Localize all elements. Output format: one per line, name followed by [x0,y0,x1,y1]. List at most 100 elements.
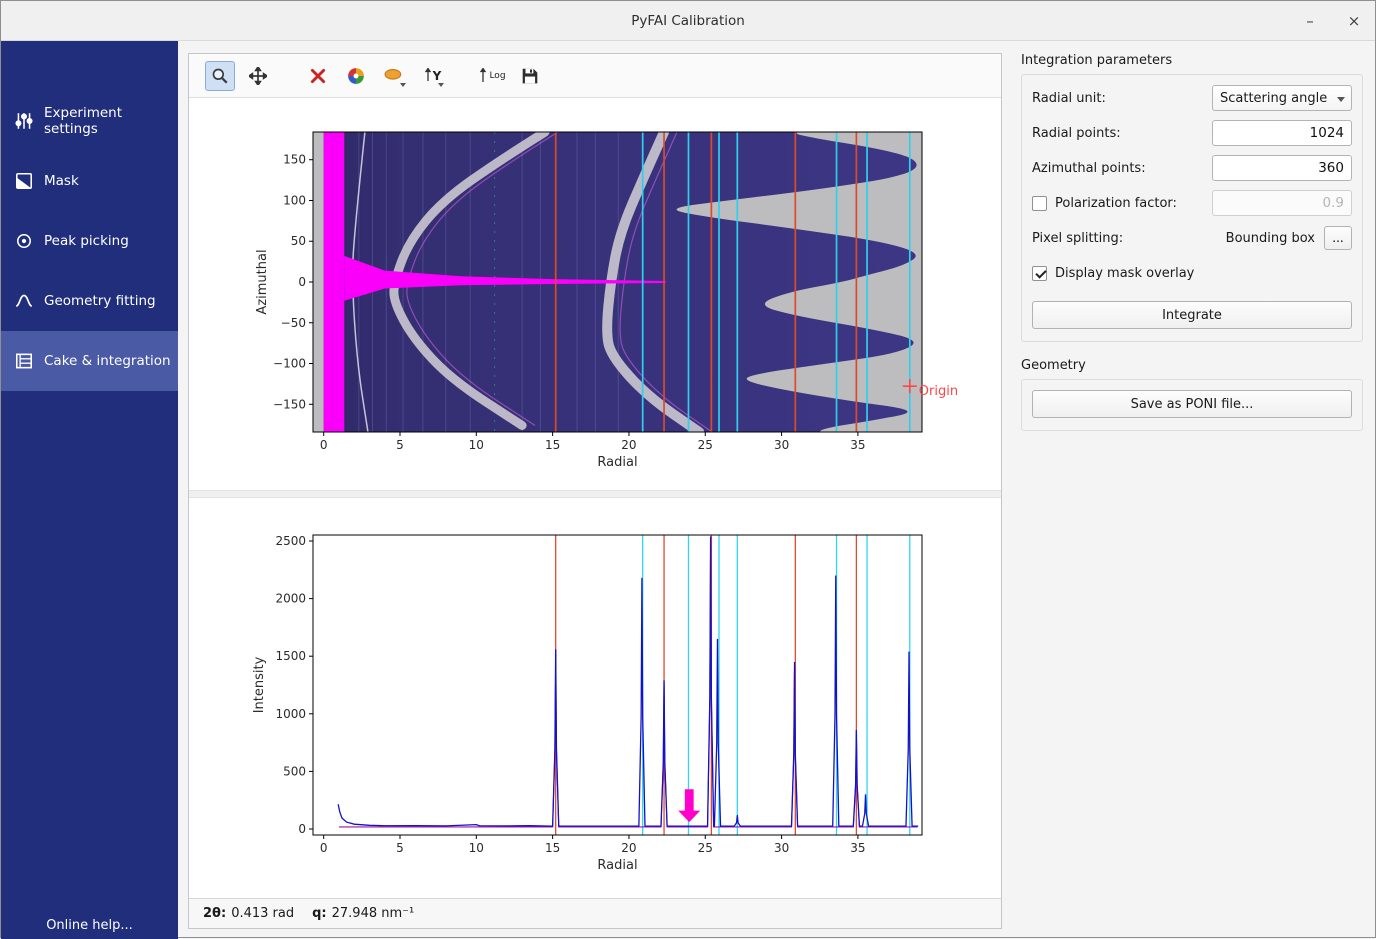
pixel-splitting-label: Pixel splitting: [1032,231,1226,246]
sidebar: Experiment settings Mask Peak picking Ge… [1,41,178,939]
plot-separator [189,490,1001,498]
sidebar-item-experiment-settings[interactable]: Experiment settings [1,91,178,151]
svg-text:10: 10 [469,438,484,452]
svg-text:1500: 1500 [275,649,306,663]
profile-plot[interactable]: 0510152025303505001000150020002500Radial… [200,527,1000,882]
colormap-button[interactable] [341,61,371,91]
colormap-icon [347,67,365,85]
pan-icon [249,67,267,85]
geometry-title: Geometry [1021,358,1363,373]
polarization-label: Polarization factor: [1055,196,1212,211]
chevron-down-icon [1337,97,1345,102]
display-mask-checkbox[interactable] [1032,266,1047,281]
svg-text:20: 20 [621,438,636,452]
integration-parameters-title: Integration parameters [1021,53,1363,68]
minimize-button[interactable]: – [1299,10,1321,32]
zoom-tool-button[interactable] [205,61,235,91]
updown-arrow-icon [478,68,488,84]
svg-text:2500: 2500 [275,534,306,548]
online-help-link[interactable]: Online help... [1,918,178,933]
q-label: q: [312,906,327,921]
svg-text:150: 150 [283,153,306,167]
peak-curve-icon [14,291,34,311]
cake-panel-icon [14,351,34,371]
pan-tool-button[interactable] [243,61,273,91]
sidebar-item-cake-integration[interactable]: Cake & integration [1,331,178,391]
radial-unit-select[interactable]: Scattering angle : [1212,85,1352,111]
svg-text:5: 5 [396,841,404,855]
svg-text:−100: −100 [273,357,306,371]
svg-text:50: 50 [291,234,306,248]
polarization-input [1212,190,1352,216]
log-label: Log [489,71,505,81]
dropdown-caret-icon [438,83,444,87]
two-theta-label: 2θ: [203,906,226,921]
svg-text:Origin: Origin [919,384,958,399]
sidebar-item-peak-picking[interactable]: Peak picking [1,211,178,271]
svg-text:15: 15 [545,841,560,855]
save-plot-button[interactable] [515,61,545,91]
ellipse-tool-button[interactable] [379,61,409,91]
cake-plot[interactable]: 05101520253035−150−100−50050100150Radial… [200,124,1000,476]
svg-text:30: 30 [774,438,789,452]
sidebar-item-label: Mask [44,173,79,189]
title-bar: PyFAI Calibration – × [1,1,1375,41]
radial-unit-label: Radial unit: [1032,91,1212,106]
sidebar-item-mask[interactable]: Mask [1,151,178,211]
svg-text:0: 0 [298,275,306,289]
magnifier-icon [211,67,229,85]
svg-text:Intensity: Intensity [252,656,267,713]
sidebar-item-geometry-fitting[interactable]: Geometry fitting [1,271,178,331]
y-axis-orientation-button[interactable]: Y [417,61,447,91]
sidebar-item-label: Experiment settings [44,105,178,137]
svg-text:35: 35 [850,438,865,452]
floppy-save-icon [521,67,539,85]
svg-text:15: 15 [545,438,560,452]
svg-text:20: 20 [621,841,636,855]
sidebar-item-label: Geometry fitting [44,293,156,309]
pixel-splitting-options-button[interactable]: ... [1324,226,1352,250]
azimuthal-points-label: Azimuthal points: [1032,161,1212,176]
red-x-icon [309,67,327,85]
integration-panel: Integration parameters Radial unit: Scat… [1011,41,1371,939]
sidebar-item-label: Cake & integration [44,353,171,369]
dropdown-caret-icon [400,83,406,87]
svg-text:25: 25 [698,841,713,855]
svg-text:2000: 2000 [275,592,306,606]
display-mask-label: Display mask overlay [1055,266,1352,281]
azimuthal-points-input[interactable] [1212,155,1352,181]
log-scale-button[interactable]: Log [477,61,507,91]
svg-text:100: 100 [283,193,306,207]
plot-toolbar: Y Log [189,54,1001,98]
svg-text:5: 5 [396,438,404,452]
profile-plot-canvas[interactable]: 0510152025303505001000150020002500Radial… [200,527,1000,882]
svg-text:0: 0 [298,822,306,836]
svg-text:25: 25 [698,438,713,452]
radial-unit-value: Scattering angle : [1220,91,1331,106]
svg-text:10: 10 [469,841,484,855]
svg-text:0: 0 [320,438,328,452]
sidebar-item-label: Peak picking [44,233,129,249]
close-button[interactable]: × [1343,10,1365,32]
clear-markers-button[interactable] [303,61,333,91]
svg-text:−50: −50 [281,316,306,330]
radial-points-input[interactable] [1212,120,1352,146]
two-theta-value: 0.413 rad [231,906,294,921]
sliders-icon [14,111,34,131]
radial-points-label: Radial points: [1032,126,1212,141]
svg-text:500: 500 [283,764,306,778]
svg-text:1000: 1000 [275,707,306,721]
q-value: 27.948 nm⁻¹ [332,906,415,921]
plot-status-bar: 2θ: 0.413 rad q: 27.948 nm⁻¹ [189,898,1001,928]
pixel-splitting-value: Bounding box [1226,231,1315,246]
svg-text:35: 35 [850,841,865,855]
polarization-checkbox[interactable] [1032,196,1047,211]
cake-plot-canvas[interactable]: 05101520253035−150−100−50050100150Radial… [200,124,1000,476]
integration-parameters-group: Radial unit: Scattering angle : Radial p… [1021,74,1363,342]
integrate-button[interactable]: Integrate [1032,301,1352,329]
save-poni-button[interactable]: Save as PONI file... [1032,390,1352,418]
updown-arrow-icon [423,68,433,84]
svg-text:30: 30 [774,841,789,855]
target-icon [14,231,34,251]
app-window: PyFAI Calibration – × Experiment setting… [0,0,1376,938]
